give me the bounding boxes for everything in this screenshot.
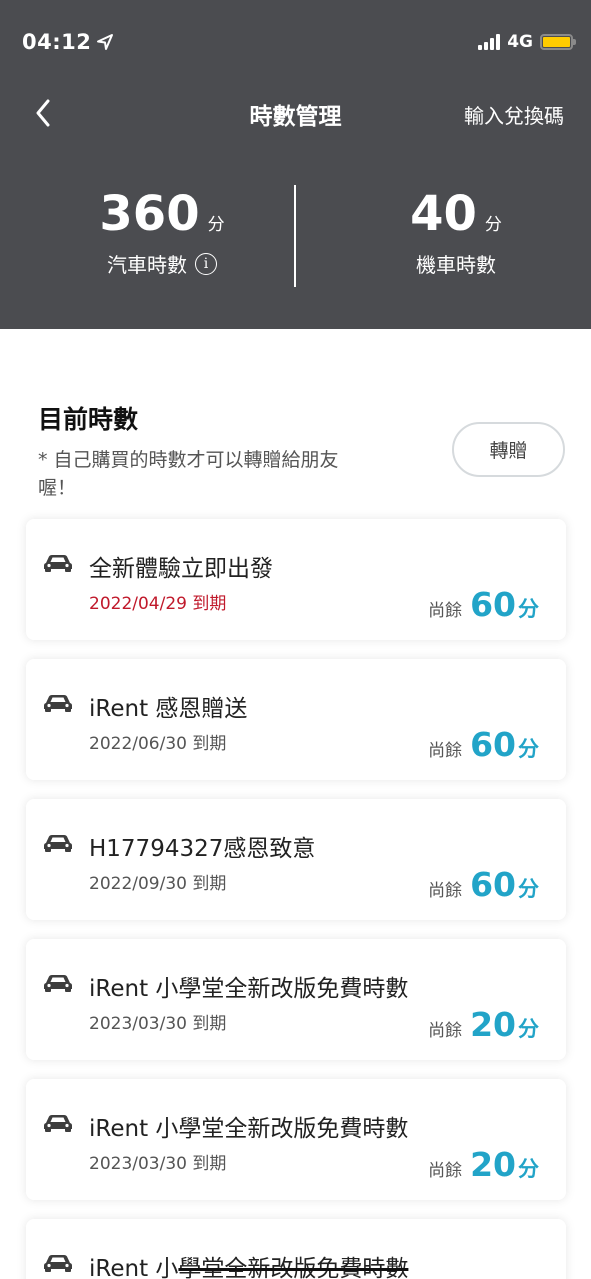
remaining-unit: 分 [518, 877, 539, 901]
remaining-unit: 分 [518, 737, 539, 761]
card-expiry-date: 2022/04/29 到期 [89, 594, 227, 614]
remaining-value: 60 [470, 725, 516, 764]
hours-summary: 360 分 汽車時數 i 40 分 機車時數 [0, 185, 591, 287]
signal-icon [478, 34, 501, 50]
remaining-value: 20 [470, 1005, 516, 1044]
card-expiry-date: 2022/09/30 到期 [89, 874, 227, 894]
remaining-value: 20 [470, 1145, 516, 1184]
card-remaining: 尚餘 60 分 [428, 865, 539, 904]
card-title: iRent 小學堂全新改版免費時數 [89, 1249, 408, 1279]
car-icon [44, 1115, 72, 1132]
motorcycle-hours-unit: 分 [484, 215, 502, 235]
remaining-label: 尚餘 [428, 741, 463, 761]
card-title-visible: iRent 小 [89, 1256, 179, 1279]
summary-divider [294, 185, 296, 287]
car-icon [44, 975, 72, 992]
car-hours-unit: 分 [207, 215, 225, 235]
car-icon [44, 1255, 72, 1272]
network-type: 4G [507, 32, 533, 52]
card-title: iRent 小學堂全新改版免費時數 [89, 1116, 409, 1142]
motorcycle-hours-summary: 40 分 機車時數 [336, 185, 576, 278]
header: 04:12 4G 時數管理 輸入兌換碼 360 分 汽車時數 i 40 分 機車… [0, 0, 591, 329]
remaining-label: 尚餘 [428, 881, 463, 901]
card-remaining: 尚餘 20 分 [428, 1005, 539, 1044]
card-title-redacted: 學堂全新改版免費時數 [178, 1256, 409, 1279]
remaining-value: 60 [470, 865, 516, 904]
car-hours-value: 360 [99, 186, 200, 242]
card-title: 全新體驗立即出發 [89, 556, 273, 582]
chevron-left-icon [36, 99, 50, 127]
info-icon[interactable]: i [195, 252, 217, 275]
motorcycle-hours-value: 40 [410, 186, 477, 242]
remaining-value: 60 [470, 585, 516, 624]
hours-card[interactable]: iRent 感恩贈送 2022/06/30 到期 尚餘 60 分 [26, 659, 566, 780]
car-icon [44, 555, 72, 572]
card-expiry-date: 2023/03/30 到期 [89, 1014, 227, 1034]
card-remaining: 尚餘 20 分 [428, 1145, 539, 1184]
status-time: 04:12 [22, 30, 114, 54]
hours-card[interactable]: H17794327感恩致意 2022/09/30 到期 尚餘 60 分 [26, 799, 566, 920]
card-expiry-date: 2023/03/30 到期 [89, 1154, 227, 1174]
car-icon [44, 835, 72, 852]
redeem-code-button[interactable]: 輸入兌換碼 [464, 100, 564, 129]
hours-card[interactable]: 全新體驗立即出發 2022/04/29 到期 尚餘 60 分 [26, 519, 566, 640]
card-title: iRent 感恩贈送 [89, 696, 248, 722]
hours-card[interactable]: iRent 小學堂全新改版免費時數 [26, 1219, 566, 1279]
status-time-text: 04:12 [22, 30, 92, 54]
card-expiry-date: 2022/06/30 到期 [89, 734, 227, 754]
status-bar: 04:12 4G [0, 0, 591, 88]
remaining-unit: 分 [518, 1017, 539, 1041]
remaining-unit: 分 [518, 1157, 539, 1181]
card-remaining: 尚餘 60 分 [428, 585, 539, 624]
car-icon [44, 695, 72, 712]
transfer-note: * 自己購買的時數才可以轉贈給朋友喔！ [38, 449, 339, 499]
section-title: 目前時數 [38, 405, 139, 434]
remaining-label: 尚餘 [428, 1161, 463, 1181]
car-hours-summary: 360 分 汽車時數 i [42, 185, 282, 278]
back-button[interactable] [26, 96, 60, 130]
card-title: iRent 小學堂全新改版免費時數 [89, 976, 409, 1002]
location-arrow-icon [97, 34, 114, 50]
status-indicators: 4G [478, 32, 576, 52]
car-hours-label: 汽車時數 [107, 253, 187, 277]
hours-card-list: 全新體驗立即出發 2022/04/29 到期 尚餘 60 分 iRent 感恩贈… [26, 519, 566, 1279]
motorcycle-hours-label: 機車時數 [416, 253, 496, 277]
remaining-label: 尚餘 [428, 1021, 463, 1041]
transfer-button[interactable]: 轉贈 [452, 422, 565, 477]
battery-icon [540, 34, 576, 50]
card-title: H17794327感恩致意 [89, 836, 316, 862]
remaining-label: 尚餘 [428, 601, 463, 621]
card-remaining: 尚餘 60 分 [428, 725, 539, 764]
hours-card[interactable]: iRent 小學堂全新改版免費時數 2023/03/30 到期 尚餘 20 分 [26, 1079, 566, 1200]
remaining-unit: 分 [518, 597, 539, 621]
hours-card[interactable]: iRent 小學堂全新改版免費時數 2023/03/30 到期 尚餘 20 分 [26, 939, 566, 1060]
